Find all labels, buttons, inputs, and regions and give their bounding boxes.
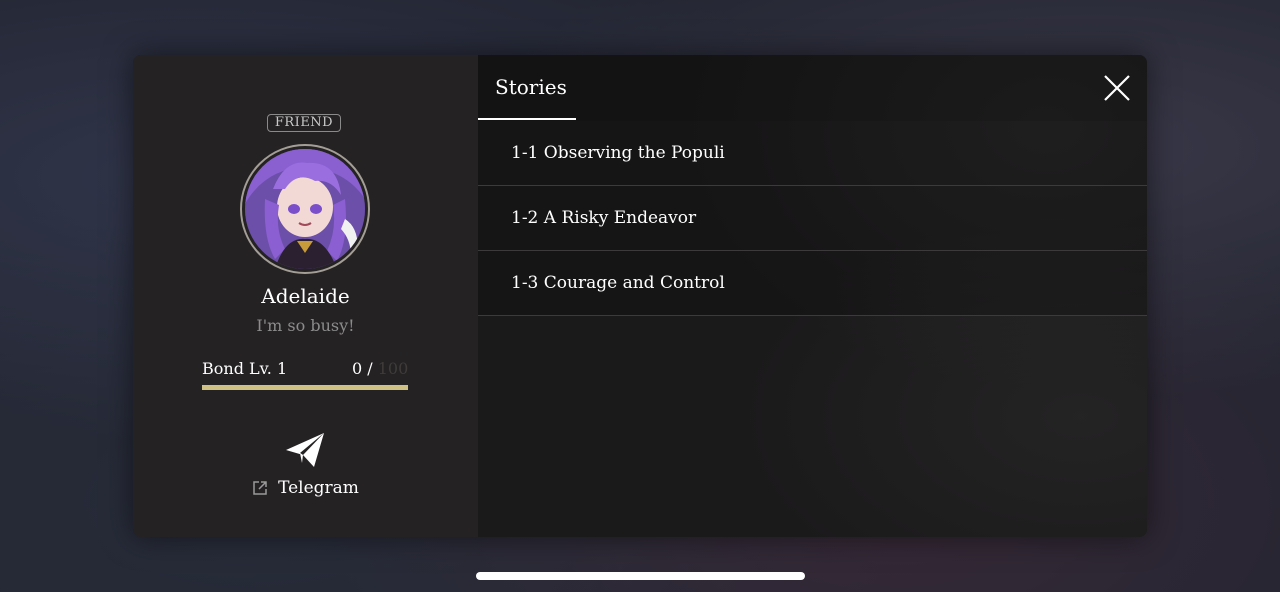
close-button[interactable]	[1101, 72, 1133, 104]
relationship-badge: FRIEND	[267, 114, 341, 132]
tab-stories-label: Stories	[495, 75, 567, 99]
story-item-1-1[interactable]: 1-1 Observing the Populi	[478, 121, 1147, 186]
story-item-1-2[interactable]: 1-2 A Risky Endeavor	[478, 186, 1147, 251]
bond-current-value: 0 /	[352, 359, 373, 378]
tab-stories[interactable]: Stories	[478, 55, 576, 121]
tab-active-indicator	[478, 118, 576, 120]
bond-max-value: 100	[377, 359, 409, 378]
bond-progress-text: 0 / 100	[352, 359, 408, 378]
home-indicator[interactable]	[476, 572, 805, 580]
paper-plane-icon[interactable]	[284, 431, 326, 469]
close-icon	[1104, 75, 1130, 101]
telegram-label: Telegram	[278, 478, 359, 498]
character-dialog: FRIEND Adelaide I'm so busy! Bond Lv. 1 …	[133, 55, 1147, 537]
character-status: I'm so busy!	[256, 316, 355, 335]
character-name: Adelaide	[261, 284, 350, 308]
bond-progress-fill	[202, 385, 408, 390]
telegram-link[interactable]: Telegram	[133, 478, 478, 498]
bond-progress-bar	[202, 385, 408, 390]
story-list: 1-1 Observing the Populi 1-2 A Risky End…	[478, 121, 1147, 316]
profile-panel: FRIEND Adelaide I'm so busy! Bond Lv. 1 …	[133, 55, 478, 537]
stories-panel: Stories 1-1 Observing the Populi 1-2 A R…	[478, 55, 1147, 537]
avatar-portrait	[245, 149, 365, 269]
bond-level-label: Bond Lv. 1	[202, 359, 288, 378]
stories-header: Stories	[478, 55, 1147, 121]
story-item-1-3[interactable]: 1-3 Courage and Control	[478, 251, 1147, 316]
external-link-icon	[252, 480, 268, 496]
avatar	[240, 144, 370, 274]
